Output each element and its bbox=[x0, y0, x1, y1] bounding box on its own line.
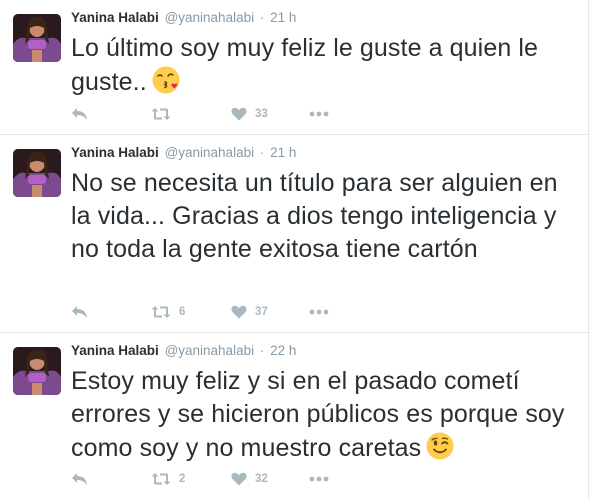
author-fullname[interactable]: Yanina Halabi bbox=[71, 343, 159, 358]
header-separator: · bbox=[259, 145, 265, 160]
tweet[interactable]: Yanina Halabi @yaninahalabi · 21 h Lo úl… bbox=[0, 0, 588, 135]
retweet-icon bbox=[151, 108, 171, 120]
like-count: 33 bbox=[255, 108, 268, 120]
author-username[interactable]: @yaninahalabi bbox=[165, 10, 255, 25]
tweet-text: No se necesita un título para ser alguie… bbox=[71, 167, 574, 266]
face-blowing-kiss-emoji bbox=[151, 65, 181, 95]
tweet-text-body: Estoy muy feliz y si en el pasado cometí… bbox=[71, 367, 565, 462]
tweet-feed: Yanina Halabi @yaninahalabi · 21 h Lo úl… bbox=[0, 0, 589, 500]
reply-button[interactable] bbox=[71, 104, 151, 124]
tweet-actions: 2 32 bbox=[71, 469, 339, 489]
tweet-timestamp[interactable]: 21 h bbox=[270, 145, 296, 160]
like-count: 37 bbox=[255, 306, 268, 318]
tweet-timestamp[interactable]: 21 h bbox=[270, 10, 296, 25]
heart-icon bbox=[231, 472, 247, 486]
tweet-text: Estoy muy feliz y si en el pasado cometí… bbox=[71, 365, 574, 465]
tweet[interactable]: Yanina Halabi @yaninahalabi · 21 h No se… bbox=[0, 135, 588, 333]
winking-face-emoji bbox=[425, 431, 455, 461]
like-button[interactable]: 37 bbox=[231, 302, 309, 322]
retweet-button[interactable]: 2 bbox=[151, 469, 231, 489]
author-fullname[interactable]: Yanina Halabi bbox=[71, 10, 159, 25]
author-fullname[interactable]: Yanina Halabi bbox=[71, 145, 159, 160]
reply-icon bbox=[72, 473, 87, 485]
retweet-icon bbox=[151, 473, 171, 485]
reply-button[interactable] bbox=[71, 469, 151, 489]
retweet-button[interactable]: 6 bbox=[151, 302, 231, 322]
more-button[interactable] bbox=[309, 469, 339, 489]
retweet-count: 6 bbox=[179, 306, 186, 318]
avatar[interactable] bbox=[13, 347, 61, 395]
avatar[interactable] bbox=[13, 149, 61, 197]
reply-icon bbox=[72, 108, 87, 120]
more-button[interactable] bbox=[309, 104, 339, 124]
retweet-button[interactable] bbox=[151, 104, 231, 124]
header-separator: · bbox=[259, 10, 265, 25]
more-button[interactable] bbox=[309, 302, 339, 322]
heart-icon bbox=[231, 107, 247, 121]
author-username[interactable]: @yaninahalabi bbox=[165, 145, 255, 160]
more-icon bbox=[309, 111, 329, 117]
tweet-actions: 6 37 bbox=[71, 302, 339, 322]
tweet-text-body: No se necesita un título para ser alguie… bbox=[71, 169, 558, 263]
tweet[interactable]: Yanina Halabi @yaninahalabi · 22 h Estoy… bbox=[0, 333, 588, 500]
tweet-timestamp[interactable]: 22 h bbox=[270, 343, 296, 358]
reply-button[interactable] bbox=[71, 302, 151, 322]
tweet-text: Lo último soy muy feliz le guste a quien… bbox=[71, 32, 574, 99]
reply-icon bbox=[72, 306, 87, 318]
tweet-actions: 33 bbox=[71, 104, 339, 124]
header-separator: · bbox=[259, 343, 265, 358]
more-icon bbox=[309, 309, 329, 315]
like-button[interactable]: 32 bbox=[231, 469, 309, 489]
author-username[interactable]: @yaninahalabi bbox=[165, 343, 255, 358]
avatar[interactable] bbox=[13, 14, 61, 62]
heart-icon bbox=[231, 305, 247, 319]
tweet-text-body: Lo último soy muy feliz le guste a quien… bbox=[71, 34, 539, 96]
like-count: 32 bbox=[255, 473, 268, 485]
retweet-icon bbox=[151, 306, 171, 318]
retweet-count: 2 bbox=[179, 473, 186, 485]
like-button[interactable]: 33 bbox=[231, 104, 309, 124]
more-icon bbox=[309, 476, 329, 482]
